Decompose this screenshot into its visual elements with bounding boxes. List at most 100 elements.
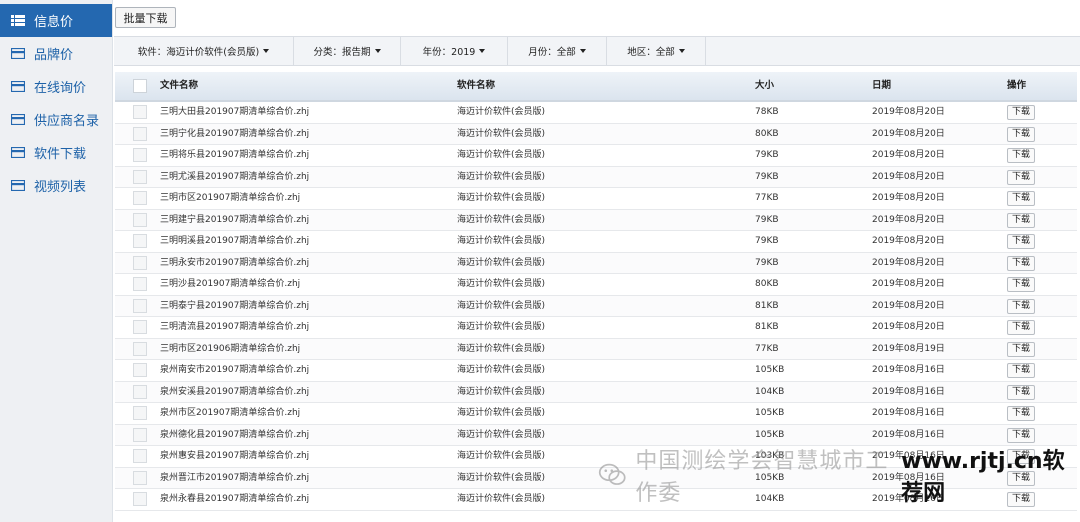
- column-header-size: 大小: [755, 80, 775, 91]
- table-header: 文件名称 软件名称 大小 日期 操作: [115, 72, 1077, 102]
- filter-label: 地区：全部: [627, 47, 675, 58]
- row-checkbox[interactable]: [133, 298, 147, 313]
- download-button[interactable]: 下载: [1007, 320, 1035, 335]
- file-date: 2019年08月20日: [872, 279, 945, 289]
- sidebar-item-0[interactable]: 信息价: [0, 4, 112, 37]
- file-name: 泉州德化县201907期清单综合价.zhj: [160, 429, 310, 440]
- table-row: 三明市区201906期清单综合价.zhj 海迈计价软件(会员版) 77KB 2019年…: [115, 338, 1077, 360]
- file-date: 2019年08月16日: [872, 494, 945, 504]
- column-header-date: 日期: [872, 80, 892, 91]
- download-button[interactable]: 下载: [1007, 384, 1035, 400]
- table-row: 三明明溪县201907期清单综合价.zhj 海迈计价软件(会员版) 79KB 2019…: [115, 231, 1077, 253]
- table-row: 三明泰宁县201907期清单综合价.zhj 海迈计价软件(会员版) 81KB 2019…: [115, 295, 1077, 317]
- row-checkbox[interactable]: [133, 320, 147, 334]
- software-name: 海迈计价软件(会员版): [457, 494, 546, 504]
- download-button[interactable]: 下载: [1007, 470, 1035, 486]
- table-row: 泉州德化县201907期清单综合价.zhj 海迈计价软件(会员版) 105KB 201…: [115, 424, 1077, 446]
- sidebar-item-2[interactable]: 在线询价: [0, 70, 112, 103]
- row-checkbox[interactable]: [133, 126, 147, 141]
- sidebar-item-1[interactable]: 品牌价: [0, 37, 112, 70]
- table-row: 三明尤溪县201907期清单综合价.zhj 海迈计价软件(会员版) 79KB 2019…: [115, 166, 1077, 188]
- download-button[interactable]: 下载: [1007, 169, 1035, 185]
- download-button[interactable]: 下载: [1007, 363, 1035, 378]
- row-checkbox[interactable]: [133, 384, 147, 399]
- software-name: 海迈计价软件(会员版): [457, 300, 546, 311]
- row-checkbox[interactable]: [133, 148, 147, 162]
- file-name: 泉州南安市201907期清单综合价.zhj: [160, 365, 310, 375]
- row-checkbox[interactable]: [133, 191, 147, 205]
- download-button[interactable]: 下载: [1007, 277, 1035, 292]
- software-name: 海迈计价软件(会员版): [457, 322, 546, 332]
- file-date: 2019年08月16日: [872, 472, 945, 483]
- download-button[interactable]: 下载: [1007, 427, 1035, 443]
- file-name: 三明宁化县201907期清单综合价.zhj: [160, 128, 310, 139]
- select-all-checkbox[interactable]: [133, 79, 147, 93]
- table-row: 泉州晋江市201907期清单综合价.zhj 海迈计价软件(会员版) 105KB 201…: [115, 467, 1077, 489]
- row-checkbox[interactable]: [133, 277, 147, 291]
- row-checkbox[interactable]: [133, 427, 147, 442]
- filter-dropdown-0[interactable]: 软件：海迈计价软件(会员版): [114, 37, 294, 65]
- download-button[interactable]: 下载: [1007, 341, 1035, 357]
- download-button[interactable]: 下载: [1007, 255, 1035, 271]
- filter-label: 软件：海迈计价软件(会员版): [137, 47, 260, 58]
- row-checkbox[interactable]: [133, 234, 147, 248]
- row-checkbox[interactable]: [133, 255, 147, 270]
- software-name: 海迈计价软件(会员版): [457, 279, 546, 289]
- file-name: 三明尤溪县201907期清单综合价.zhj: [160, 171, 310, 182]
- software-name: 海迈计价软件(会员版): [457, 214, 546, 225]
- sidebar-item-3[interactable]: 供应商名录: [0, 103, 112, 136]
- filter-dropdown-4[interactable]: 地区：全部: [607, 37, 706, 65]
- sidebar: 信息价品牌价 在线询价 供应商名录 软件下载 视频列表: [0, 0, 113, 522]
- file-size: 103KB: [755, 451, 785, 461]
- table-row: 泉州南安市201907期清单综合价.zhj 海迈计价软件(会员版) 105KB 201…: [115, 360, 1077, 382]
- file-size: 79KB: [755, 214, 779, 225]
- row-checkbox[interactable]: [133, 169, 147, 184]
- file-date: 2019年08月16日: [872, 386, 945, 397]
- caret-down-icon: [678, 49, 685, 53]
- sidebar-item-4[interactable]: 软件下载: [0, 136, 112, 169]
- file-size: 81KB: [755, 300, 779, 311]
- software-name: 海迈计价软件(会员版): [457, 429, 546, 440]
- row-checkbox[interactable]: [133, 470, 147, 485]
- table-row: 三明市区201907期清单综合价.zhj 海迈计价软件(会员版) 77KB 2019年…: [115, 188, 1077, 210]
- file-date: 2019年08月20日: [872, 300, 945, 311]
- file-size: 105KB: [755, 472, 785, 483]
- file-name: 泉州市区201907期清单综合价.zhj: [160, 408, 301, 418]
- file-size: 79KB: [755, 171, 779, 182]
- sidebar-item-label: 信息价: [34, 15, 74, 30]
- file-date: 2019年08月20日: [872, 236, 945, 246]
- filter-dropdown-3[interactable]: 月份：全部: [508, 37, 607, 65]
- file-name: 泉州晋江市201907期清单综合价.zhj: [160, 472, 310, 483]
- row-checkbox[interactable]: [133, 449, 147, 463]
- download-button[interactable]: 下载: [1007, 234, 1035, 249]
- row-checkbox[interactable]: [133, 363, 147, 377]
- software-name: 海迈计价软件(会员版): [457, 171, 546, 182]
- row-checkbox[interactable]: [133, 212, 147, 227]
- download-button[interactable]: 下载: [1007, 191, 1035, 206]
- row-checkbox[interactable]: [133, 105, 147, 119]
- download-button[interactable]: 下载: [1007, 105, 1035, 120]
- download-button[interactable]: 下载: [1007, 126, 1035, 142]
- download-button[interactable]: 下载: [1007, 298, 1035, 314]
- row-checkbox[interactable]: [133, 341, 147, 356]
- file-name: 三明将乐县201907期清单综合价.zhj: [160, 150, 310, 160]
- download-button[interactable]: 下载: [1007, 492, 1035, 507]
- download-button[interactable]: 下载: [1007, 148, 1035, 163]
- sidebar-item-5[interactable]: 视频列表: [0, 169, 112, 202]
- card-icon: [11, 147, 25, 158]
- software-name: 海迈计价软件(会员版): [457, 236, 546, 246]
- download-button[interactable]: 下载: [1007, 406, 1035, 421]
- file-size: 80KB: [755, 128, 779, 139]
- download-button[interactable]: 下载: [1007, 449, 1035, 464]
- file-name: 泉州安溪县201907期清单综合价.zhj: [160, 386, 310, 397]
- batch-download-button[interactable]: 批量下载: [115, 7, 176, 28]
- software-name: 海迈计价软件(会员版): [457, 408, 546, 418]
- filter-dropdown-2[interactable]: 年份：2019: [401, 37, 508, 65]
- row-checkbox[interactable]: [133, 492, 147, 506]
- table-row: 三明大田县201907期清单综合价.zhj 海迈计价软件(会员版) 78KB 2019…: [115, 102, 1077, 124]
- row-checkbox[interactable]: [133, 406, 147, 420]
- download-button[interactable]: 下载: [1007, 212, 1035, 228]
- filter-dropdown-1[interactable]: 分类：报告期: [294, 37, 401, 65]
- file-name: 三明建宁县201907期清单综合价.zhj: [160, 214, 310, 225]
- caret-down-icon: [263, 49, 270, 53]
